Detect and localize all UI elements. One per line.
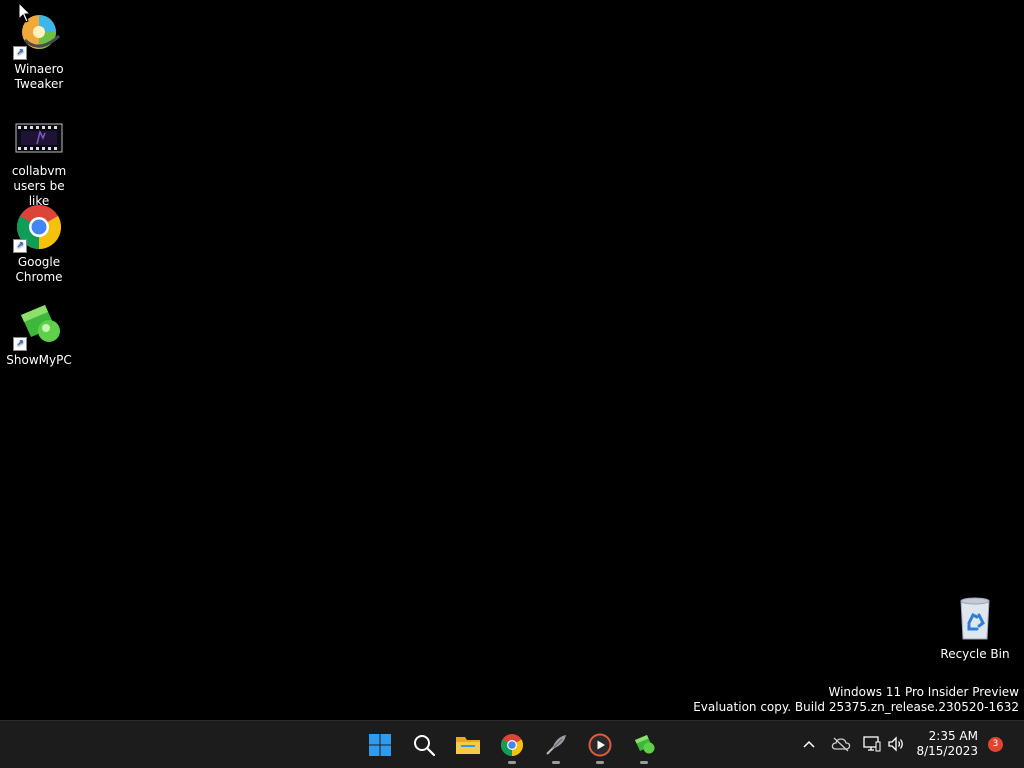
recycle-bin-icon [960, 597, 990, 640]
cloud-offline-icon [831, 737, 851, 752]
network-icon [863, 736, 881, 752]
desktop-icon-winaero-tweaker[interactable]: ↗ Winaero Tweaker [3, 10, 75, 92]
desktop-icon-label: Google [17, 255, 61, 269]
desktop-icon-showmypc[interactable]: ↗ ShowMyPC [3, 301, 75, 368]
taskbar-chrome-button[interactable] [492, 725, 532, 765]
tray-show-hidden-icons-button[interactable] [798, 733, 820, 755]
desktop-icon-label: Recycle Bin [940, 647, 1010, 661]
desktop-icon-collabvm-video[interactable]: collabvm users be like [3, 118, 75, 209]
shortcut-arrow-icon: ↗ [13, 46, 27, 60]
desktop[interactable]: ↗ Winaero Tweaker collabvm users be like [0, 0, 1024, 720]
taskbar-media-player-button[interactable] [580, 725, 620, 765]
tray-volume-button[interactable] [885, 733, 907, 755]
windows-start-icon [369, 734, 391, 756]
video-file-icon [15, 123, 63, 153]
watermark-build: Evaluation copy. Build 25375.zn_release.… [693, 700, 1019, 714]
taskbar-search-button[interactable] [404, 725, 444, 765]
desktop-icon-label: Tweaker [14, 77, 64, 91]
desktop-icon-recycle-bin[interactable]: Recycle Bin [939, 595, 1011, 662]
desktop-icon-label: ShowMyPC [6, 353, 72, 367]
taskbar-showmypc-button[interactable] [624, 725, 664, 765]
taskbar-quill-app-button[interactable] [536, 725, 576, 765]
desktop-icon-google-chrome[interactable]: ↗ Google Chrome [3, 203, 75, 285]
desktop-icon-label: collabvm [11, 164, 67, 178]
folder-icon [456, 737, 480, 754]
volume-icon [888, 736, 903, 752]
running-indicator [508, 761, 516, 764]
taskbar: 2:35 AM 8/15/2023 3 [0, 720, 1024, 768]
clock-time: 2:35 AM [928, 729, 978, 743]
taskbar-file-explorer-button[interactable] [448, 725, 488, 765]
notification-badge[interactable]: 3 [988, 737, 1003, 752]
chevron-up-icon [803, 740, 815, 748]
chrome-icon [501, 734, 523, 756]
shortcut-arrow-icon: ↗ [13, 337, 27, 351]
shortcut-arrow-icon: ↗ [13, 239, 27, 253]
tray-network-button[interactable] [861, 733, 883, 755]
running-indicator [640, 761, 648, 764]
clock-date: 8/15/2023 [916, 744, 978, 758]
taskbar-start-button[interactable] [360, 725, 400, 765]
windows-watermark: Windows 11 Pro Insider Preview Evaluatio… [693, 685, 1019, 715]
running-indicator [552, 761, 560, 764]
desktop-icon-label: Chrome [15, 270, 63, 284]
watermark-edition: Windows 11 Pro Insider Preview [828, 685, 1019, 699]
search-icon [414, 735, 436, 757]
desktop-icon-label: Winaero [14, 62, 64, 76]
mouse-cursor-icon [18, 2, 32, 23]
media-player-icon [588, 733, 612, 757]
quill-icon [546, 735, 566, 755]
running-indicator [596, 761, 604, 764]
tray-onedrive-button[interactable] [830, 733, 852, 755]
showmypc-icon [635, 735, 655, 754]
taskbar-clock[interactable]: 2:35 AM 8/15/2023 [916, 729, 978, 759]
